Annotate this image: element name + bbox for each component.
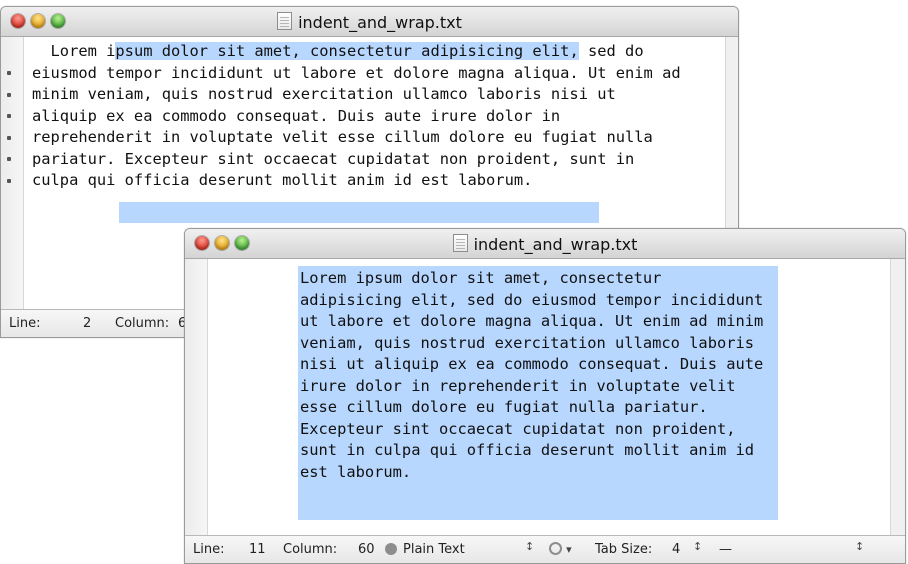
titlebar[interactable]: indent_and_wrap.txt [185,229,905,259]
stepper-arrows-icon[interactable]: ↕ [525,540,534,553]
window-title: indent_and_wrap.txt [185,234,905,254]
text-line: adipisicing elit, sed do eiusmod tempor … [300,290,764,309]
tab-size-label: Tab Size: [595,542,653,557]
column-label: Column: [283,542,338,557]
wrap-marker [7,71,11,75]
syntax-menu[interactable]: Plain Text [385,542,465,557]
text-line: ut labore et dolore magna aliqua. Ut eni… [300,312,764,330]
tab-size-value[interactable]: 4 [672,542,680,557]
text-line: nisi ut aliquip ex ea commodo consequat.… [300,355,764,373]
document-icon [277,12,293,30]
gear-icon [549,542,562,555]
selection-highlight [119,202,599,223]
editor-window-front: indent_and_wrap.txt Lorem ipsum dolor si… [184,228,906,564]
text-line: Lorem ipsum dolor sit amet, consectetur … [32,42,644,60]
wrap-marker [7,136,11,140]
stepper-arrows-icon[interactable]: ↕ [855,540,864,553]
text-content: Lorem ipsum dolor sit amet, consectetur … [298,266,778,483]
line-gutter [185,259,208,535]
text-line: irure dolor in reprehenderit in voluptat… [300,376,736,395]
text-line: Excepteur sint occaecat cupidatat non pr… [300,419,736,438]
syntax-label: Plain Text [403,542,465,557]
text-line: aliquip ex ea commodo consequat. Duis au… [32,106,561,125]
function-menu[interactable]: — [719,542,732,557]
wrap-marker [7,179,11,183]
line-value: 2 [83,316,92,331]
document-icon [452,234,468,252]
wrap-marker [7,157,11,161]
titlebar[interactable]: indent_and_wrap.txt [1,7,738,37]
line-gutter [1,37,24,309]
wrap-marker [7,93,11,97]
text-line: esse cillum dolore eu fugiat nulla paria… [300,398,708,416]
line-label: Line: [193,542,225,557]
selected-text-block[interactable]: Lorem ipsum dolor sit amet, consectetur … [298,266,778,520]
text-line: reprehenderit in voluptate velit esse ci… [32,128,653,146]
status-bar: Line: 11 Column: 60 Plain Text ↕ ▾ Tab S… [185,535,905,563]
stepper-arrows-icon[interactable]: ↕ [693,540,702,553]
line-label: Line: [9,316,41,331]
column-value: 60 [358,542,375,557]
text-line: veniam, quis nostrud exercitation ullamc… [300,333,755,352]
vertical-scrollbar[interactable] [890,259,905,535]
chevron-down-icon: ▾ [566,543,572,556]
text-line: minim veniam, quis nostrud exercitation … [32,85,616,103]
text-line: est laborum. [300,462,412,481]
text-line: sunt in culpa qui officia deserunt molli… [300,441,755,459]
line-value: 11 [249,542,266,557]
text-line: eiusmod tempor incididunt ut labore et d… [32,63,681,82]
window-title-text: indent_and_wrap.txt [473,235,638,254]
text-line: culpa qui officia deserunt mollit anim i… [32,171,533,189]
text-content[interactable]: Lorem ipsum dolor sit amet, consectetur … [32,41,722,192]
window-title: indent_and_wrap.txt [1,12,738,32]
wrap-marker [7,114,11,118]
column-label: Column: [115,316,170,331]
text-line: pariatur. Excepteur sint occaecat cupida… [32,149,635,168]
gear-menu[interactable]: ▾ [549,542,572,557]
selected-text: psum dolor sit amet, consectetur adipisi… [115,42,579,60]
window-title-text: indent_and_wrap.txt [298,13,462,32]
text-line: Lorem ipsum dolor sit amet, consectetur [300,269,662,287]
syntax-clock-icon [385,543,397,555]
